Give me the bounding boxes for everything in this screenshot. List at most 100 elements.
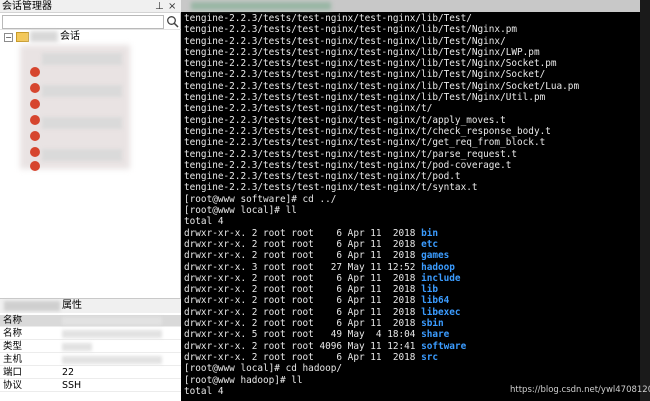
property-key: 端口	[3, 367, 23, 378]
property-row[interactable]: 协议 SSH	[0, 380, 181, 392]
directory-name: lib64	[421, 295, 450, 307]
property-row[interactable]: 主机	[0, 354, 181, 366]
listing-attributes: drwxr-xr-x. 2 root root 4096 May 11 12:4…	[184, 340, 422, 352]
session-icon[interactable]	[30, 99, 40, 109]
terminal-line: tengine-2.2.3/tests/test-nginx/test-ngin…	[184, 171, 461, 183]
listing-attributes: drwxr-xr-x. 5 root root 49 May 4 18:04	[184, 329, 422, 341]
terminal-line: tengine-2.2.3/tests/test-nginx/test-ngin…	[184, 35, 506, 47]
listing-row: drwxr-xr-x. 2 root root 6 Apr 11 2018 sr…	[184, 352, 579, 363]
directory-name: bin	[421, 227, 438, 239]
listing-attributes: drwxr-xr-x. 2 root root 6 Apr 11 2018	[184, 318, 422, 330]
property-value-port: 22	[62, 367, 75, 378]
pin-icon[interactable]: ⊥	[155, 0, 164, 13]
directory-name: share	[421, 329, 450, 341]
directory-name: src	[421, 351, 438, 363]
listing-row: drwxr-xr-x. 5 root root 49 May 4 18:04 s…	[184, 329, 579, 340]
property-key: 名称	[3, 315, 23, 326]
search-row	[0, 14, 181, 30]
property-row[interactable]: 名称	[0, 315, 181, 327]
terminal-line: [root@www local]# ll	[184, 205, 297, 217]
session-icon[interactable]	[30, 147, 40, 157]
blurred-session-name[interactable]	[42, 85, 122, 97]
terminal-line: tengine-2.2.3/tests/test-nginx/test-ngin…	[184, 114, 506, 126]
directory-name: lib	[421, 284, 438, 296]
listing-row: drwxr-xr-x. 2 root root 6 Apr 11 2018 ga…	[184, 250, 579, 261]
terminal-line: tengine-2.2.3/tests/test-nginx/test-ngin…	[184, 80, 580, 92]
blurred-root-prefix	[30, 31, 58, 42]
tree-root-label[interactable]: 会话	[60, 30, 80, 43]
property-key: 类型	[3, 341, 23, 352]
property-key: 名称	[3, 328, 23, 339]
blurred-session-name[interactable]	[42, 149, 122, 161]
session-icon[interactable]	[30, 131, 40, 141]
terminal-tab-bar	[181, 0, 650, 12]
blurred-property-value	[62, 343, 92, 351]
directory-name: games	[421, 250, 450, 262]
blurred-tab-label[interactable]	[191, 2, 331, 10]
directory-name: include	[421, 272, 461, 284]
search-input[interactable]	[2, 15, 164, 29]
listing-attributes: drwxr-xr-x. 2 root root 6 Apr 11 2018	[184, 238, 422, 250]
property-value-protocol: SSH	[62, 380, 82, 391]
terminal-line: [root@www software]# cd ../	[184, 193, 337, 205]
terminal-line: tengine-2.2.3/tests/test-nginx/test-ngin…	[184, 46, 540, 58]
terminal-line: tengine-2.2.3/tests/test-nginx/test-ngin…	[184, 148, 518, 160]
folder-icon	[16, 32, 29, 42]
session-icon[interactable]	[30, 67, 40, 77]
blurred-property-value	[62, 330, 162, 338]
directory-name: software	[421, 340, 467, 352]
directory-name: hadoop	[421, 261, 455, 273]
listing-attributes: drwxr-xr-x. 2 root root 6 Apr 11 2018	[184, 306, 422, 318]
listing-row: drwxr-xr-x. 3 root root 27 May 11 12:52 …	[184, 262, 579, 273]
session-icon[interactable]	[30, 115, 40, 125]
property-row[interactable]: 类型	[0, 341, 181, 353]
terminal-line: tengine-2.2.3/tests/test-nginx/test-ngin…	[184, 92, 546, 104]
terminal-line: tengine-2.2.3/tests/test-nginx/test-ngin…	[184, 103, 433, 115]
properties-panel: 属性 名称 名称 类型 主机 端口 22 协议 SSH	[0, 298, 181, 401]
terminal-line: tengine-2.2.3/tests/test-nginx/test-ngin…	[184, 182, 478, 194]
session-manager-panel: 会话管理器 ⊥ × − 会话 属性 名称 名称 类型 主机 端口 22 协议 S…	[0, 0, 181, 401]
properties-header: 属性	[0, 299, 181, 313]
session-icon[interactable]	[30, 83, 40, 93]
listing-attributes: drwxr-xr-x. 2 root root 6 Apr 11 2018	[184, 284, 422, 296]
terminal-output: tengine-2.2.3/tests/test-nginx/test-ngin…	[184, 13, 579, 397]
session-manager-title: 会话管理器	[2, 1, 52, 12]
terminal-line: tengine-2.2.3/tests/test-nginx/test-ngin…	[184, 137, 546, 149]
listing-row: drwxr-xr-x. 2 root root 4096 May 11 12:4…	[184, 341, 579, 352]
directory-name: libexec	[421, 306, 461, 318]
property-key: 主机	[3, 354, 23, 365]
listing-attributes: drwxr-xr-x. 3 root root 27 May 11 12:52	[184, 261, 422, 273]
property-row[interactable]: 端口 22	[0, 367, 181, 379]
blurred-property-value	[62, 317, 162, 325]
terminal-line: tengine-2.2.3/tests/test-nginx/test-ngin…	[184, 58, 557, 70]
listing-attributes: drwxr-xr-x. 2 root root 6 Apr 11 2018	[184, 272, 422, 284]
close-icon[interactable]: ×	[168, 0, 176, 13]
tree-expander-icon[interactable]: −	[4, 33, 13, 42]
session-icon[interactable]	[30, 161, 40, 171]
listing-attributes: drwxr-xr-x. 2 root root 6 Apr 11 2018	[184, 295, 422, 307]
directory-name: etc	[421, 238, 438, 250]
terminal-scrollbar[interactable]	[640, 0, 650, 401]
session-manager-header: 会话管理器 ⊥ ×	[0, 0, 181, 13]
listing-row: drwxr-xr-x. 2 root root 6 Apr 11 2018 et…	[184, 239, 579, 250]
terminal-line: total 4	[184, 216, 224, 228]
watermark: https://blog.csdn.net/ywl470812087	[510, 385, 650, 395]
terminal-line: [root@www local]# cd hadoop/	[184, 363, 343, 375]
property-key: 协议	[3, 380, 23, 391]
blurred-session-name[interactable]	[42, 117, 122, 129]
listing-row: drwxr-xr-x. 2 root root 6 Apr 11 2018 in…	[184, 273, 579, 284]
listing-row: drwxr-xr-x. 2 root root 6 Apr 11 2018 bi…	[184, 228, 579, 239]
search-icon[interactable]	[166, 15, 179, 28]
listing-row: drwxr-xr-x. 2 root root 6 Apr 11 2018 sb…	[184, 318, 579, 329]
terminal-line: tengine-2.2.3/tests/test-nginx/test-ngin…	[184, 125, 551, 137]
properties-title: 属性	[62, 300, 82, 311]
terminal-line: tengine-2.2.3/tests/test-nginx/test-ngin…	[184, 159, 512, 171]
listing-attributes: drwxr-xr-x. 2 root root 6 Apr 11 2018	[184, 351, 422, 363]
blurred-properties-prefix	[4, 301, 60, 311]
property-row[interactable]: 名称	[0, 328, 181, 340]
blurred-session-name[interactable]	[42, 53, 122, 65]
directory-name: sbin	[421, 318, 444, 330]
terminal-pane[interactable]: tengine-2.2.3/tests/test-nginx/test-ngin…	[181, 0, 650, 401]
listing-row: drwxr-xr-x. 2 root root 6 Apr 11 2018 li…	[184, 307, 579, 318]
session-tree: − 会话	[0, 31, 181, 181]
